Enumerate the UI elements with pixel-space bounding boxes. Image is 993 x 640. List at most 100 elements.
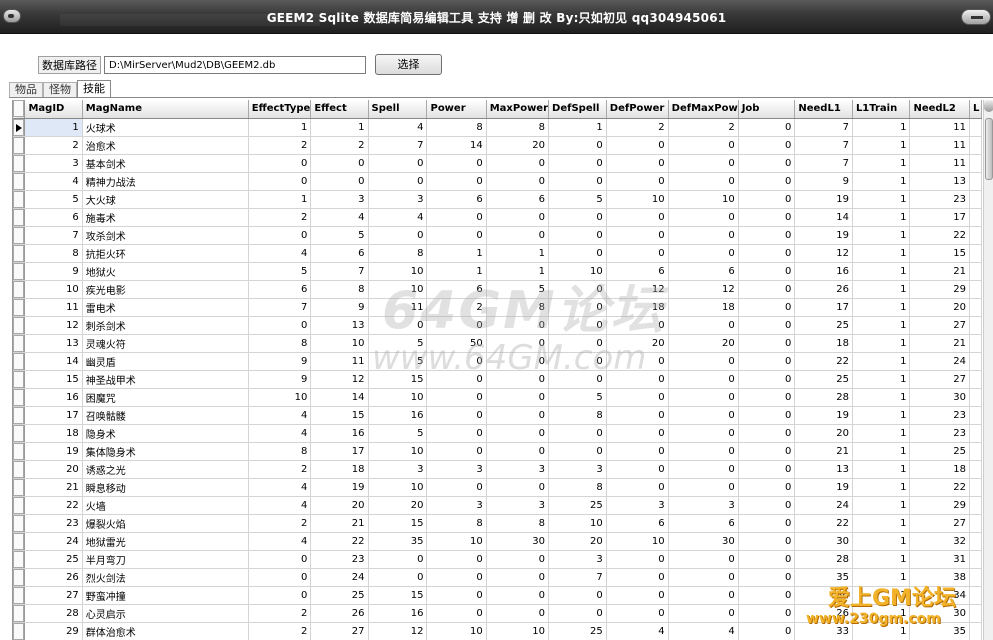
row-indicator[interactable] (13, 154, 26, 173)
column-header[interactable]: MaxPower (486, 100, 550, 119)
table-cell[interactable]: 25 (24, 550, 83, 569)
row-indicator[interactable] (13, 118, 26, 137)
table-cell[interactable]: 0 (426, 226, 487, 245)
table-row[interactable]: 1 火球术 1 1 4 8 8 1 2 2 0 7 1 11 (13, 118, 982, 137)
table-row[interactable]: 23 爆裂火焰 2 21 15 8 8 10 6 6 0 22 1 27 (13, 514, 982, 533)
table-cell[interactable]: 0 (668, 604, 739, 623)
table-cell[interactable]: 26 (310, 604, 369, 623)
table-row[interactable]: 13 灵魂火符 8 10 5 50 0 0 20 20 0 18 1 21 (13, 334, 982, 353)
table-cell[interactable]: 6 (24, 208, 83, 227)
table-row[interactable]: 8 抗拒火环 4 6 8 1 1 0 0 0 0 12 1 15 (13, 244, 982, 263)
table-cell[interactable]: 0 (668, 370, 739, 389)
table-cell[interactable]: 0 (668, 424, 739, 443)
table-cell[interactable]: 0 (738, 622, 796, 640)
table-row[interactable]: 3 基本剑术 0 0 0 0 0 0 0 0 0 7 1 11 (13, 154, 982, 173)
column-header[interactable]: MagName (82, 100, 249, 119)
table-row[interactable]: 22 火墙 4 20 20 3 3 25 3 3 0 24 1 29 (13, 496, 982, 515)
table-cell[interactable]: 2 (606, 118, 669, 137)
table-cell[interactable]: 35 (368, 532, 428, 551)
table-cell[interactable]: 2 (248, 604, 312, 623)
table-row[interactable]: 19 集体隐身术 8 17 10 0 0 0 0 0 0 21 1 25 (13, 442, 982, 461)
row-indicator[interactable] (13, 352, 26, 371)
table-cell[interactable]: 25 (794, 316, 853, 335)
table-cell[interactable]: 28 (794, 388, 853, 407)
table-cell[interactable]: 0 (738, 334, 796, 353)
table-cell[interactable]: 8 (426, 118, 487, 137)
table-cell[interactable]: 4 (310, 208, 369, 227)
table-cell[interactable]: 7 (24, 226, 83, 245)
table-cell[interactable]: 4 (248, 496, 312, 515)
table-cell[interactable]: 5 (548, 388, 607, 407)
table-cell-name[interactable]: 集体隐身术 (82, 442, 249, 461)
table-cell[interactable]: 22 (310, 532, 369, 551)
table-cell[interactable]: 0 (738, 478, 796, 497)
table-cell[interactable]: 30 (909, 388, 970, 407)
row-indicator[interactable] (13, 334, 26, 353)
table-cell[interactable]: 5 (548, 190, 607, 209)
row-indicator[interactable] (13, 460, 26, 479)
table-cell[interactable]: 4 (248, 424, 312, 443)
row-indicator[interactable] (13, 226, 26, 245)
table-cell-name[interactable]: 地狱火 (82, 262, 249, 281)
table-cell[interactable]: 0 (548, 298, 607, 317)
table-cell[interactable]: 0 (668, 586, 739, 605)
column-header[interactable]: L (969, 100, 982, 119)
table-cell[interactable]: 22 (909, 226, 970, 245)
table-cell[interactable]: 3 (668, 496, 739, 515)
table-cell[interactable]: 4 (606, 622, 669, 640)
row-indicator[interactable] (13, 568, 26, 587)
table-cell[interactable]: 1 (426, 262, 487, 281)
table-row[interactable]: 15 神圣战甲术 9 12 15 0 0 0 0 0 0 25 1 27 (13, 370, 982, 389)
table-cell[interactable]: 0 (486, 316, 550, 335)
table-cell[interactable]: 10 (368, 442, 428, 461)
table-cell[interactable]: 7 (368, 136, 428, 155)
table-cell[interactable]: 5 (24, 190, 83, 209)
table-cell[interactable]: 3 (486, 496, 550, 515)
table-cell[interactable]: 20 (606, 334, 669, 353)
vertical-scrollbar[interactable] (983, 100, 993, 640)
table-cell[interactable]: 22 (794, 514, 853, 533)
table-cell[interactable]: 0 (486, 370, 550, 389)
table-cell[interactable]: 18 (909, 460, 970, 479)
table-cell[interactable]: 16 (368, 604, 428, 623)
table-cell[interactable]: 24 (24, 532, 83, 551)
table-cell[interactable]: 0 (426, 316, 487, 335)
row-indicator[interactable] (13, 586, 26, 605)
table-cell[interactable]: 0 (486, 442, 550, 461)
table-cell-name[interactable]: 爆裂火焰 (82, 514, 249, 533)
table-cell[interactable]: 9 (794, 172, 853, 191)
table-cell[interactable]: 0 (668, 226, 739, 245)
table-cell[interactable]: 11 (909, 154, 970, 173)
table-cell[interactable]: 0 (426, 388, 487, 407)
table-cell[interactable]: 1 (486, 244, 550, 263)
table-cell[interactable]: 0 (248, 172, 312, 191)
table-cell[interactable]: 12 (368, 622, 428, 640)
row-indicator[interactable] (13, 406, 26, 425)
table-cell[interactable]: 0 (606, 208, 669, 227)
table-cell[interactable]: 0 (606, 172, 669, 191)
table-row[interactable]: 17 召唤骷髅 4 15 16 0 0 8 0 0 0 19 1 23 (13, 406, 982, 425)
column-header[interactable]: MagID (24, 100, 83, 119)
table-cell[interactable]: 3 (368, 460, 428, 479)
table-cell[interactable]: 9 (248, 352, 312, 371)
table-cell[interactable]: 0 (486, 154, 550, 173)
table-cell[interactable]: 1 (852, 154, 911, 173)
table-cell[interactable]: 10 (368, 478, 428, 497)
table-cell[interactable]: 2 (24, 136, 83, 155)
column-header[interactable]: NeedL2 (909, 100, 970, 119)
row-indicator[interactable] (13, 550, 26, 569)
table-cell-name[interactable]: 灵魂火符 (82, 334, 249, 353)
table-cell[interactable]: 1 (852, 298, 911, 317)
column-header[interactable]: Power (426, 100, 487, 119)
row-indicator[interactable] (13, 172, 26, 191)
table-cell[interactable]: 0 (426, 172, 487, 191)
table-cell[interactable]: 32 (909, 532, 970, 551)
table-cell[interactable]: 26 (24, 568, 83, 587)
table-cell[interactable]: 3 (368, 190, 428, 209)
table-cell[interactable]: 1 (852, 208, 911, 227)
table-row[interactable]: 6 施毒术 2 4 4 0 0 0 0 0 0 14 1 17 (13, 208, 982, 227)
table-cell[interactable]: 0 (668, 442, 739, 461)
select-button[interactable]: 选择 (375, 54, 442, 75)
table-cell[interactable]: 0 (548, 442, 607, 461)
table-cell[interactable]: 10 (606, 532, 669, 551)
